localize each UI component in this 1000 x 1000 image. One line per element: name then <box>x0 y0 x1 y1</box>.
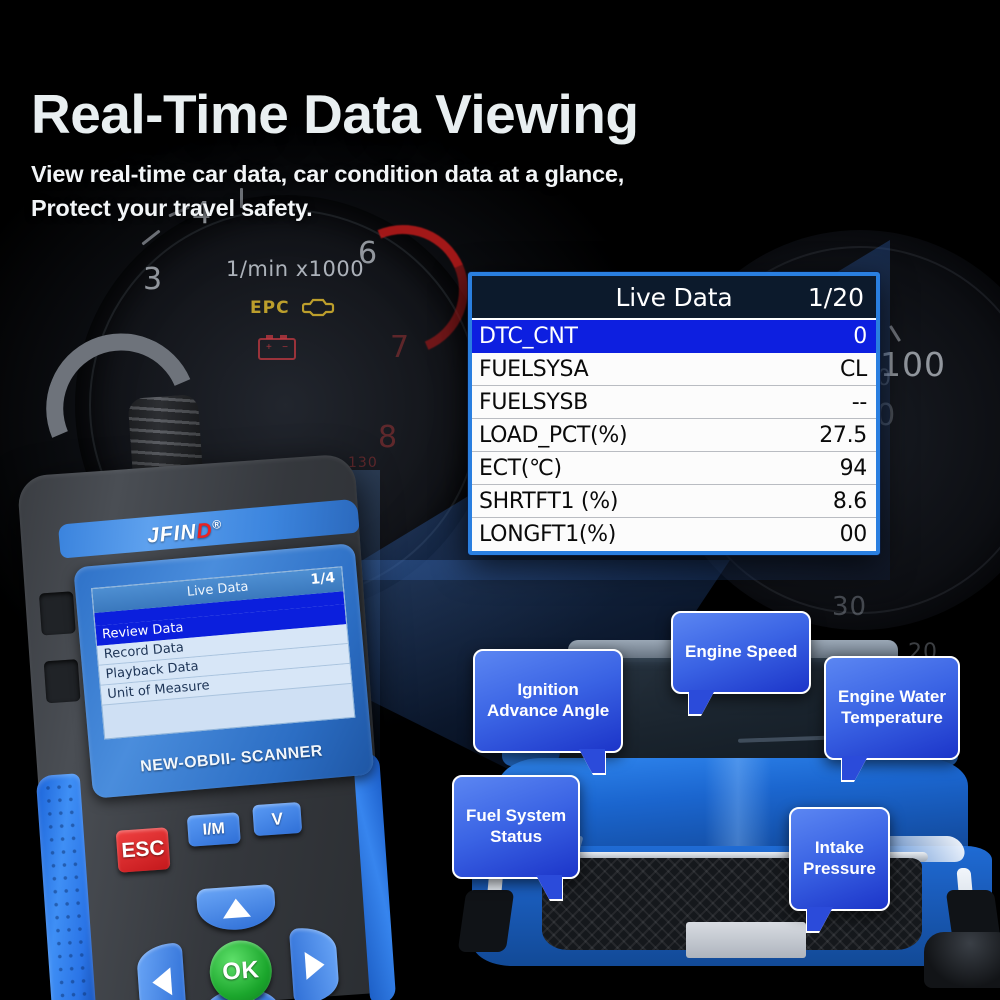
live-data-row-name: LONGFT1(%) <box>479 522 617 547</box>
hero-subtitle-line-1: View real-time car data, car condition d… <box>31 160 625 187</box>
callout-tail <box>807 906 833 931</box>
page-title: Real-Time Data Viewing <box>31 83 639 145</box>
scanner-screen-bezel: Live Data 1/4 Review Data Record Data Play… <box>73 543 375 799</box>
arrow-up-button[interactable] <box>195 883 277 933</box>
hero-subtitle-line-2: Protect your travel safety. <box>31 195 313 222</box>
speed-number-30: 30 <box>832 592 868 622</box>
arrow-right-icon <box>304 950 325 980</box>
callout-label: Intake Pressure <box>803 838 876 878</box>
v-button[interactable]: V <box>252 801 303 837</box>
live-data-row-value: 8.6 <box>832 488 867 514</box>
battery-warning-icon: + − <box>258 335 296 360</box>
scanner-side-notch <box>43 659 81 704</box>
live-data-row-value: CL <box>839 356 867 382</box>
scanner-keypad: ESC I/M V OK <box>102 801 385 1000</box>
live-data-row-name: DTC_CNT <box>479 323 578 349</box>
live-data-row-value: -- <box>851 389 868 415</box>
tachometer-unit-label: 1/min x1000 <box>226 257 365 281</box>
brand-name-prefix: JFIN <box>146 520 198 548</box>
scanner-side-notch <box>38 591 76 636</box>
arrow-up-icon <box>221 897 251 919</box>
live-data-panel: Live Data 1/20 DTC_CNT 0 FUELSYSA CL FUELSYS… <box>468 272 880 555</box>
esc-button[interactable]: ESC <box>115 827 171 873</box>
car-license-plate <box>686 922 806 958</box>
live-data-row-list: DTC_CNT 0 FUELSYSA CL FUELSYSB -- LOAD_PCT(%) 2… <box>472 320 876 551</box>
live-data-row[interactable]: FUELSYSA CL <box>472 353 876 386</box>
live-data-row-value: 27.5 <box>819 422 867 448</box>
im-button[interactable]: I/M <box>186 812 241 847</box>
hero-text-block: Real-Time Data Viewing View real-time ca… <box>31 83 639 225</box>
live-data-row-name: ECT(℃) <box>479 455 562 481</box>
scanner-body: JFIND® Live Data 1/4 Review Data Record D… <box>16 453 397 1000</box>
tach-number-3: 3 <box>143 262 164 297</box>
obd2-scanner-device: JFIND® Live Data 1/4 Review Data Record D… <box>0 310 430 1000</box>
arrow-left-icon <box>150 967 172 997</box>
tach-number-7: 7 <box>390 330 411 365</box>
callout-ignition-advance-angle: Ignition Advance Angle <box>473 649 624 773</box>
callout-fuel-system-status: Fuel System Status <box>452 775 581 899</box>
arrow-left-button[interactable] <box>135 942 187 1000</box>
callout-intake-pressure: Intake Pressure <box>789 807 890 931</box>
live-data-row[interactable]: FUELSYSB -- <box>472 386 876 419</box>
live-data-row-value: 00 <box>839 522 868 547</box>
callout-label: Engine Speed <box>685 642 798 662</box>
live-data-row[interactable]: ECT(℃) 94 <box>472 452 876 485</box>
arrow-right-button[interactable] <box>288 925 341 1000</box>
ok-button[interactable]: OK <box>207 938 274 1000</box>
callout-label: Engine Water Temperature <box>838 687 946 727</box>
live-data-row[interactable]: LOAD_PCT(%) 27.5 <box>472 419 876 452</box>
scanner-lcd: Live Data 1/4 Review Data Record Data Play… <box>91 566 356 740</box>
callout-engine-water-temperature: Engine Water Temperature <box>824 656 960 780</box>
callout-tail <box>689 690 715 715</box>
lcd-page-indicator: 1/4 <box>309 569 336 588</box>
check-engine-icon <box>302 298 335 317</box>
callout-tail <box>579 748 606 773</box>
live-data-row[interactable]: LONGFT1(%) 00 <box>472 518 876 551</box>
live-data-row-name: FUELSYSB <box>479 389 588 415</box>
live-data-row-value: 0 <box>853 323 867 349</box>
live-data-row[interactable]: SHRTFT1 (%) 8.6 <box>472 485 876 518</box>
scanner-model-label: NEW-OBDII- SCANNER <box>139 742 324 776</box>
callout-label: Ignition Advance Angle <box>487 680 610 720</box>
tach-number-6: 6 <box>358 236 379 271</box>
live-data-row-name: SHRTFT1 (%) <box>479 488 619 514</box>
callout-label: Fuel System Status <box>466 806 567 846</box>
live-data-row-value: 94 <box>839 455 868 481</box>
callout-tail <box>842 755 868 780</box>
live-data-page-indicator: 1/20 <box>807 282 864 312</box>
callout-engine-speed: Engine Speed <box>671 611 812 715</box>
live-data-row[interactable]: DTC_CNT 0 <box>472 320 876 353</box>
callout-tail <box>536 874 563 899</box>
car-shadow <box>450 960 1000 1000</box>
scanner-grip-left <box>35 773 98 1000</box>
epc-warning-label: EPC <box>250 298 290 318</box>
live-data-row-name: FUELSYSA <box>479 356 589 382</box>
registered-trademark-icon: ® <box>211 517 223 532</box>
brand-name-accent: D <box>195 518 214 544</box>
car-tire-right <box>924 932 1000 988</box>
live-data-row-name: LOAD_PCT(%) <box>479 422 628 448</box>
car-air-vent-left <box>457 890 515 952</box>
live-data-panel-header: Live Data 1/20 <box>472 276 876 320</box>
promo-banner: 1/min x1000 EPC + − 3 4 6 7 8 130 100 80… <box>0 0 1000 1000</box>
